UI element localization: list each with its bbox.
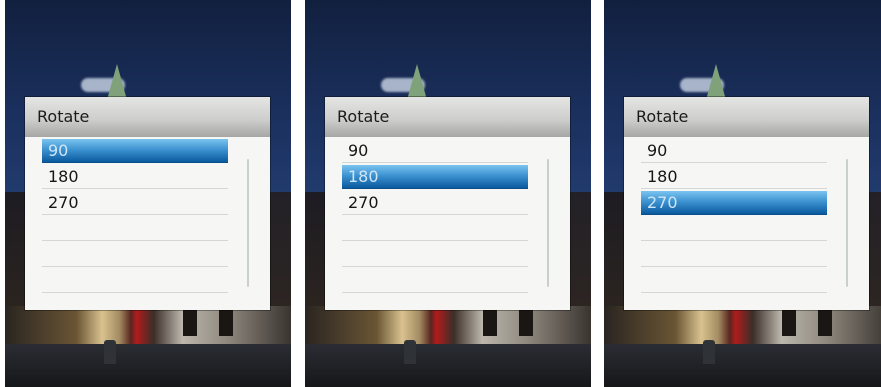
building-left xyxy=(604,192,626,310)
facade-window xyxy=(183,310,197,336)
device-screen-1: Rotate 90 180 270 xyxy=(5,0,291,387)
building-right xyxy=(868,192,881,310)
scrollbar[interactable] xyxy=(846,159,848,287)
empty-list-row xyxy=(641,217,827,241)
street-lamp xyxy=(703,340,715,364)
dialog-title: Rotate xyxy=(636,107,689,126)
empty-list-row xyxy=(42,243,228,267)
empty-list-row xyxy=(342,269,528,293)
ground xyxy=(604,344,881,387)
building-left xyxy=(305,192,327,310)
street-lamp xyxy=(404,340,416,364)
rotate-dialog: Rotate 90 180 270 xyxy=(325,97,570,310)
scrollbar[interactable] xyxy=(247,159,249,287)
church-spire xyxy=(706,64,726,100)
building-facade xyxy=(604,306,881,344)
empty-list-row xyxy=(42,269,228,293)
dialog-header: Rotate xyxy=(25,97,270,137)
building-right xyxy=(569,192,591,310)
rotate-option-90[interactable]: 90 xyxy=(342,139,528,163)
rotate-option-270[interactable]: 270 xyxy=(42,191,228,215)
empty-list-row xyxy=(641,243,827,267)
building-left xyxy=(5,192,27,310)
building-right xyxy=(269,192,291,310)
facade-window xyxy=(782,310,796,336)
scrollbar[interactable] xyxy=(547,159,549,287)
rotate-options-list: 90 180 270 xyxy=(342,139,528,295)
rotate-option-270[interactable]: 270 xyxy=(342,191,528,215)
church-spire xyxy=(407,64,427,100)
device-screen-2: Rotate 90 180 270 xyxy=(305,0,591,387)
dialog-title: Rotate xyxy=(37,107,90,126)
rotate-option-90[interactable]: 90 xyxy=(641,139,827,163)
rotate-options-list: 90 180 270 xyxy=(42,139,228,295)
dialog-title: Rotate xyxy=(337,107,390,126)
ground xyxy=(5,344,291,387)
facade-window xyxy=(219,310,233,336)
empty-list-row xyxy=(342,217,528,241)
empty-list-row xyxy=(42,217,228,241)
rotate-option-180[interactable]: 180 xyxy=(342,165,528,189)
dialog-header: Rotate xyxy=(624,97,869,137)
empty-list-row xyxy=(641,269,827,293)
dialog-header: Rotate xyxy=(325,97,570,137)
device-screen-3: Rotate 90 180 270 xyxy=(604,0,881,387)
facade-window xyxy=(519,310,533,336)
ground xyxy=(305,344,591,387)
rotate-options-list: 90 180 270 xyxy=(641,139,827,295)
rotate-option-90[interactable]: 90 xyxy=(42,139,228,163)
street-lamp xyxy=(104,340,116,364)
rotate-dialog: Rotate 90 180 270 xyxy=(624,97,869,310)
church-spire xyxy=(107,64,127,100)
rotate-option-270[interactable]: 270 xyxy=(641,191,827,215)
rotate-option-180[interactable]: 180 xyxy=(641,165,827,189)
building-facade xyxy=(305,306,591,344)
building-facade xyxy=(5,306,291,344)
facade-window xyxy=(818,310,832,336)
rotate-dialog: Rotate 90 180 270 xyxy=(25,97,270,310)
facade-window xyxy=(483,310,497,336)
rotate-option-180[interactable]: 180 xyxy=(42,165,228,189)
empty-list-row xyxy=(342,243,528,267)
